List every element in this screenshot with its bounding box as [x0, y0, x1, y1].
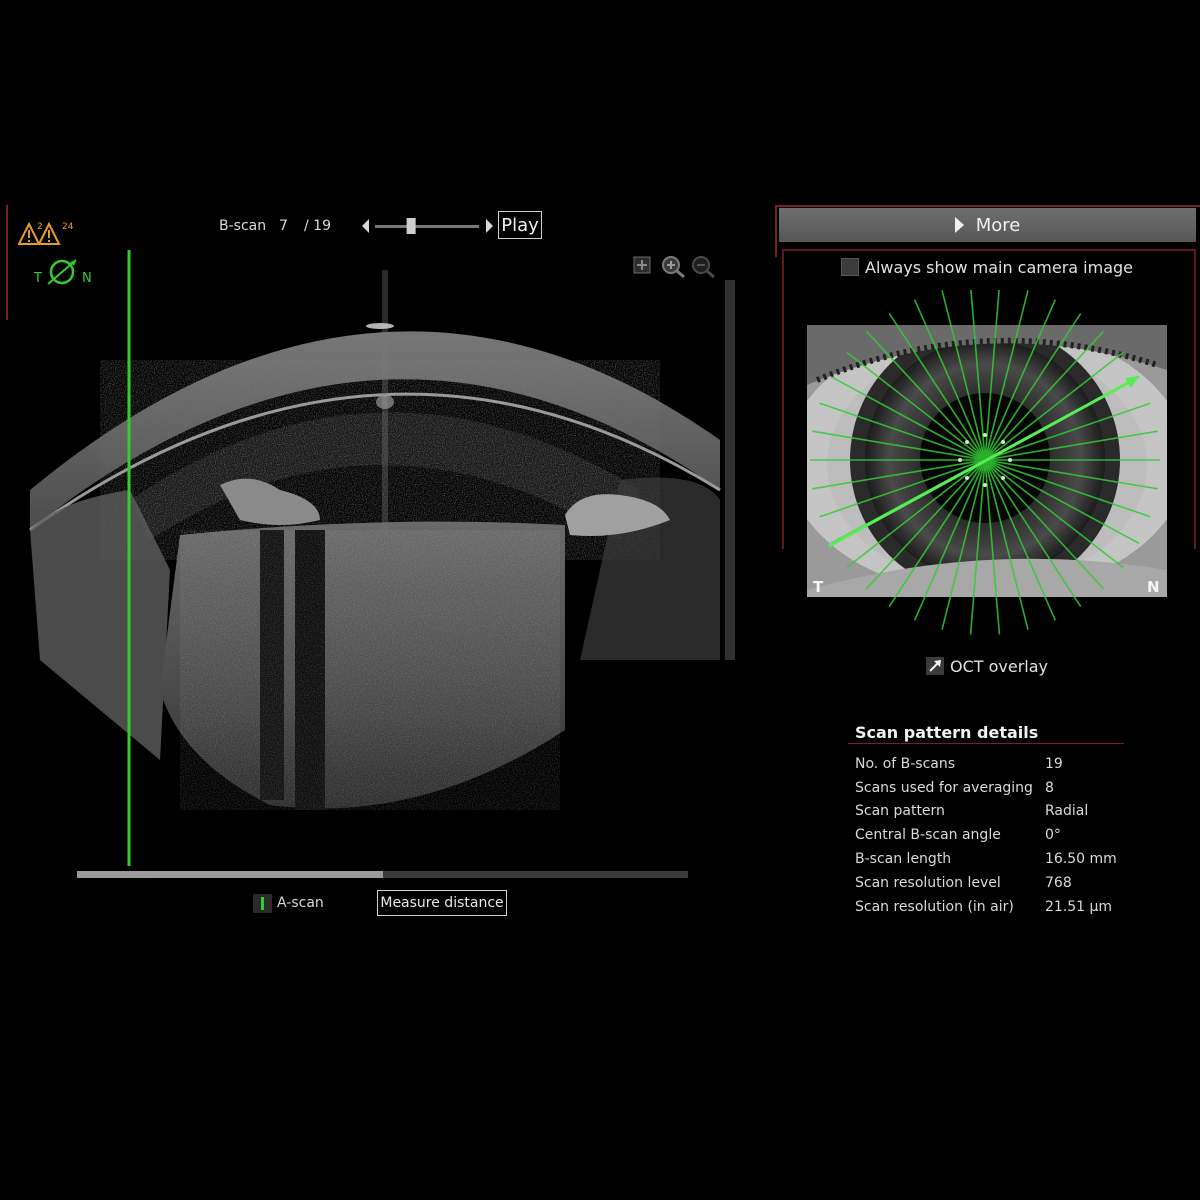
- scan-details-table: No. of B-scans 19 Scans used for averagin…: [855, 752, 1117, 919]
- table-row: Central B-scan angle 0°: [855, 823, 1117, 847]
- table-row: Scan resolution level 768: [855, 871, 1117, 895]
- slider-thumb: [406, 218, 416, 234]
- table-row: Scan pattern Radial: [855, 800, 1117, 824]
- detail-label: Central B-scan angle: [855, 827, 1001, 844]
- detail-value: Radial: [1045, 803, 1089, 820]
- detail-label: No. of B-scans: [855, 755, 956, 772]
- left-panel-edge: [0, 205, 8, 320]
- detail-value: 768: [1045, 874, 1072, 891]
- table-row: B-scan length 16.50 mm: [855, 847, 1117, 871]
- detail-value: 0°: [1045, 827, 1061, 844]
- a-scan-label[interactable]: A-scan: [277, 895, 324, 911]
- bscan-current-index: 7: [279, 218, 288, 234]
- camera-corner-temporal: T: [813, 578, 824, 596]
- oct-overlay-label[interactable]: OCT overlay: [950, 657, 1048, 676]
- more-button[interactable]: More: [779, 208, 1196, 242]
- bscan-total: / 19: [304, 218, 331, 234]
- a-scan-icon[interactable]: [253, 894, 272, 913]
- measure-distance-button[interactable]: Measure distance: [377, 890, 507, 916]
- bscan-label: B-scan: [219, 218, 267, 234]
- camera-corner-nasal: N: [1147, 578, 1160, 596]
- detail-value: 21.51 µm: [1045, 898, 1113, 915]
- detail-value: 8: [1045, 779, 1054, 796]
- more-arrow-icon: [954, 217, 964, 233]
- table-row: Scan resolution (in air) 21.51 µm: [855, 895, 1117, 919]
- warning-superscript-a: 2: [37, 222, 43, 232]
- detail-value: 19: [1045, 755, 1063, 772]
- detail-label: Scan resolution level: [855, 874, 1001, 891]
- camera-image-checkbox-label[interactable]: Always show main camera image: [865, 258, 1133, 277]
- detail-label: B-scan length: [855, 851, 952, 868]
- slider-next-arrow: [486, 219, 493, 233]
- camera-fundus-image[interactable]: T N: [807, 290, 1167, 640]
- bscan-progress-fill: [77, 871, 383, 878]
- detail-label: Scan resolution (in air): [855, 898, 1014, 915]
- play-button[interactable]: Play: [498, 211, 542, 239]
- bscan-slider[interactable]: [360, 215, 495, 237]
- more-label: More: [975, 214, 1021, 236]
- detail-label: Scan pattern: [855, 803, 945, 820]
- detail-value: 16.50 mm: [1045, 851, 1117, 868]
- oct-bscan-image[interactable]: [20, 240, 740, 870]
- scan-details-title: Scan pattern details: [855, 723, 1039, 742]
- warning-superscript-b: 24: [62, 222, 74, 232]
- slider-prev-arrow: [362, 219, 369, 233]
- camera-image-checkbox[interactable]: [841, 258, 859, 276]
- table-row: Scans used for averaging 8: [855, 776, 1117, 800]
- table-row: No. of B-scans 19: [855, 752, 1117, 776]
- scan-details-divider: [848, 743, 1124, 744]
- oct-overlay-icon[interactable]: [926, 657, 944, 675]
- detail-label: Scans used for averaging: [855, 779, 1033, 796]
